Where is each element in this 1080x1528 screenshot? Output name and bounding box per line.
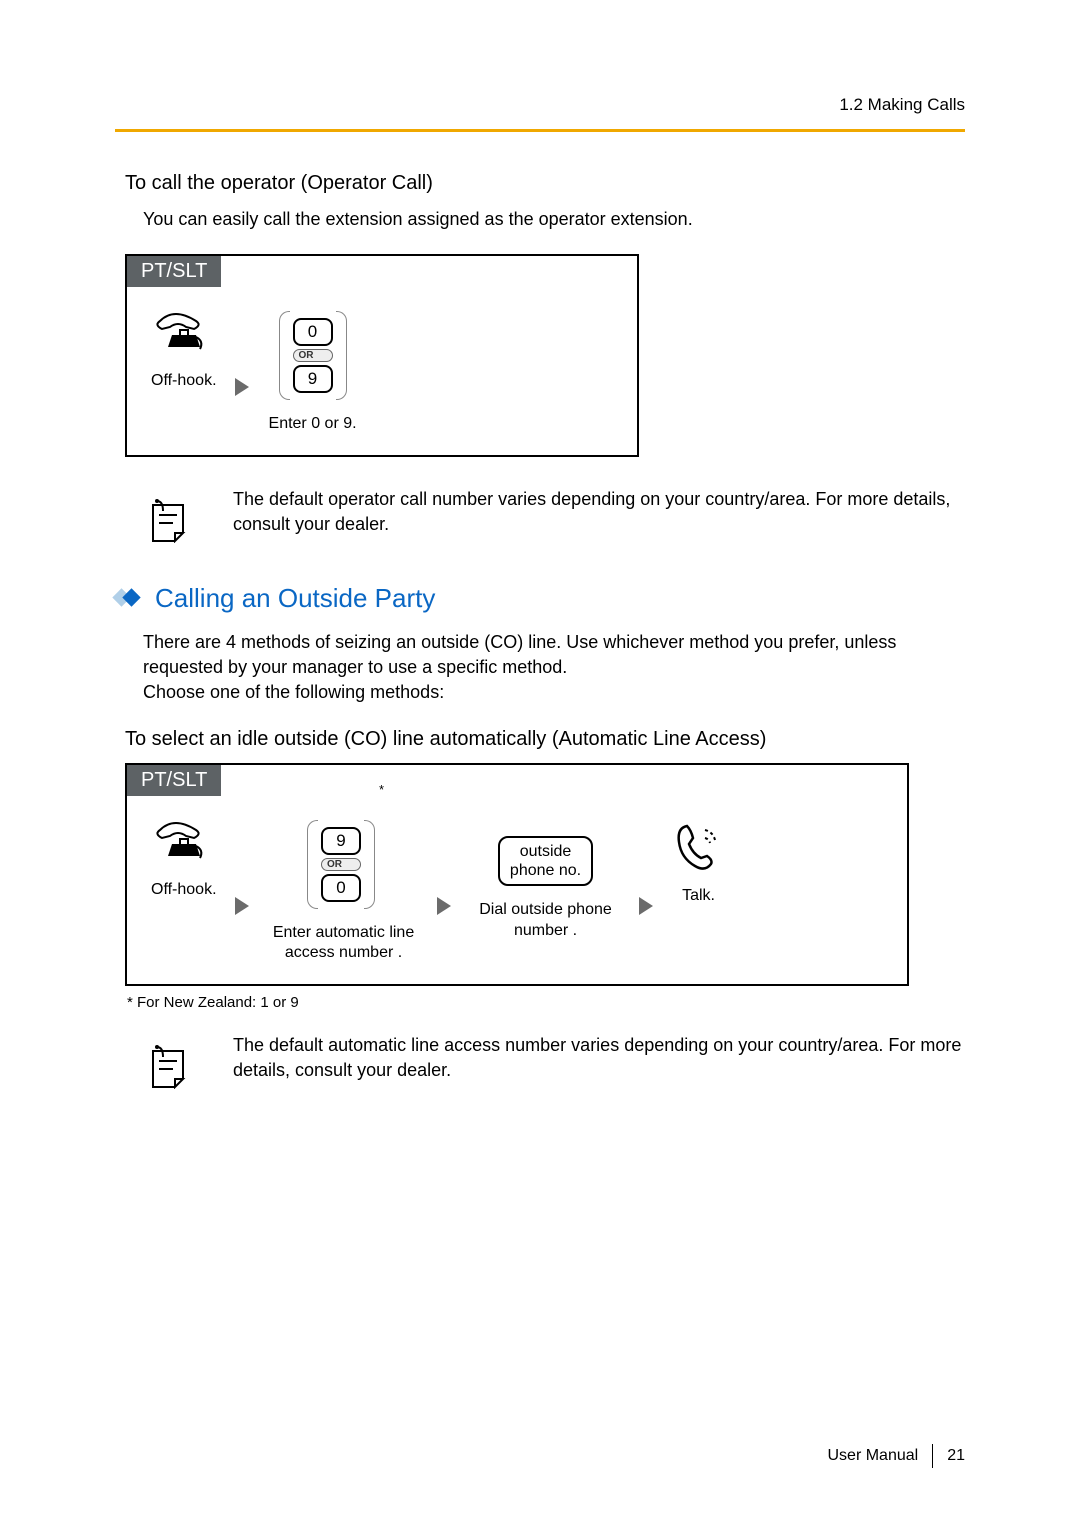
step-keys: 0 OR 9 Enter 0 or 9. (269, 311, 357, 435)
outside-title: Calling an Outside Party (155, 583, 435, 614)
key-9: 9 (293, 365, 333, 393)
step-talk: Talk. (673, 820, 725, 907)
outside-phone-key: outside phone no. (498, 836, 593, 886)
key-9b: 9 (321, 827, 361, 855)
step2b-label: Enter automatic line access number . (269, 923, 419, 965)
page-footer: User Manual 21 (828, 1444, 966, 1468)
diamond-bullet-icon (115, 588, 145, 608)
arrow-icon (235, 378, 249, 396)
footer-separator (932, 1444, 933, 1468)
step-offhook-2: Off-hook. (151, 820, 217, 901)
step-dial-outside: outside phone no. Dial outside phone num… (471, 820, 621, 942)
operator-intro: You can easily call the extension assign… (115, 207, 965, 232)
auto-line-procedure-box: PT/SLT Off-hook. 9 OR (125, 763, 909, 987)
nz-footnote: * For New Zealand: 1 or 9 (127, 994, 965, 1011)
talk-handset-icon (673, 820, 725, 872)
phone-key-line1: outside (510, 842, 581, 861)
operator-procedure-box: PT/SLT Off-hook. 0 OR 9 (125, 254, 639, 457)
key-group: 0 OR 9 (279, 311, 347, 400)
step3-label: Dial outside phone number . (471, 900, 621, 942)
operator-note: The default operator call number varies … (143, 487, 965, 543)
note-icon (143, 487, 233, 543)
manual-page: 1.2 Making Calls To call the operator (O… (0, 0, 1080, 1528)
or-pill-2: OR (321, 858, 361, 871)
phone-key-line2: phone no. (510, 861, 581, 880)
handset-icon (154, 820, 214, 866)
key-0b: 0 (321, 874, 361, 902)
arrow-icon (235, 897, 249, 915)
auto-line-heading: To select an idle outside (CO) line auto… (115, 728, 965, 751)
arrow-icon (639, 897, 653, 915)
footer-page-number: 21 (947, 1447, 965, 1465)
step-access-keys: 9 OR 0 * Enter automatic line access num… (269, 820, 419, 965)
step4-label: Talk. (682, 886, 715, 907)
auto-line-note: The default automatic line access number… (143, 1033, 965, 1089)
handset-icon (154, 311, 214, 357)
step1-label: Off-hook. (151, 371, 217, 392)
step-offhook: Off-hook. (151, 311, 217, 392)
auto-line-note-text: The default automatic line access number… (233, 1033, 965, 1083)
note-icon (143, 1033, 233, 1089)
asterisk-mark: * (379, 782, 384, 797)
header-rule (115, 129, 965, 132)
key-0: 0 (293, 318, 333, 346)
breadcrumb: 1.2 Making Calls (115, 95, 965, 115)
proc-header-label: PT/SLT (127, 256, 221, 287)
outside-section-heading: Calling an Outside Party (115, 583, 965, 614)
step1b-label: Off-hook. (151, 880, 217, 901)
arrow-icon (437, 897, 451, 915)
or-pill: OR (293, 349, 333, 362)
operator-note-text: The default operator call number varies … (233, 487, 965, 537)
operator-heading: To call the operator (Operator Call) (115, 172, 965, 195)
key-group-2: 9 OR 0 (307, 820, 375, 909)
outside-intro: There are 4 methods of seizing an outsid… (115, 630, 965, 706)
step2-label: Enter 0 or 9. (269, 414, 357, 435)
footer-manual-label: User Manual (828, 1447, 919, 1465)
proc-header-label-2: PT/SLT (127, 765, 221, 796)
